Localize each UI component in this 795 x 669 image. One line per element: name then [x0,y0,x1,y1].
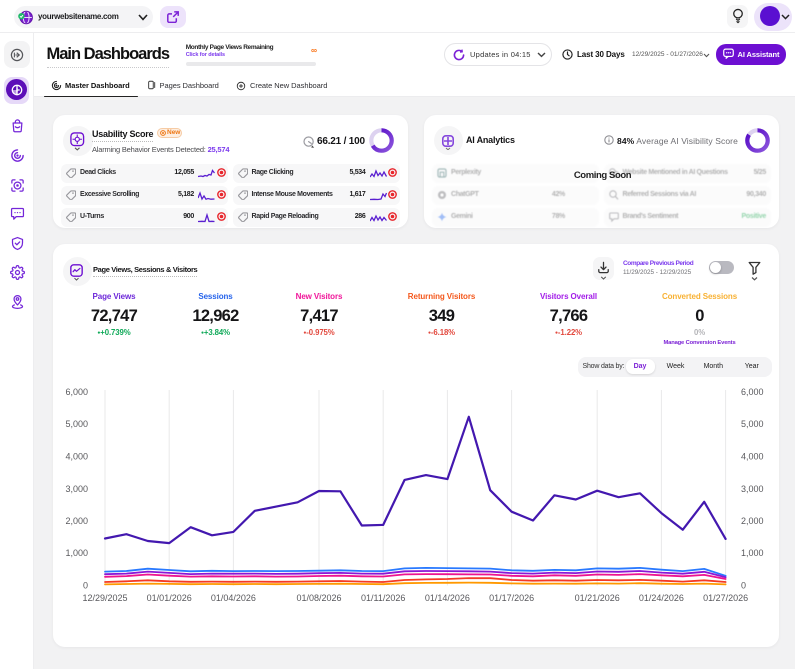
svg-text:6,000: 6,000 [65,387,88,397]
svg-text:5,000: 5,000 [65,419,88,429]
svg-text:0: 0 [83,581,88,591]
svg-text:01/27/2026: 01/27/2026 [703,593,748,603]
svg-text:01/01/2026: 01/01/2026 [147,593,192,603]
svg-text:6,000: 6,000 [741,387,764,397]
svg-text:5,000: 5,000 [741,419,764,429]
svg-text:01/21/2026: 01/21/2026 [575,593,620,603]
svg-text:3,000: 3,000 [741,484,764,494]
svg-text:4,000: 4,000 [65,452,88,462]
svg-text:2,000: 2,000 [65,516,88,526]
svg-text:12/29/2025: 12/29/2025 [82,593,127,603]
svg-text:01/14/2026: 01/14/2026 [425,593,470,603]
svg-text:1,000: 1,000 [741,548,764,558]
svg-text:01/11/2026: 01/11/2026 [361,593,405,603]
svg-text:3,000: 3,000 [65,484,88,494]
svg-text:01/08/2026: 01/08/2026 [296,593,341,603]
svg-text:2,000: 2,000 [741,516,764,526]
svg-text:01/17/2026: 01/17/2026 [489,593,534,603]
svg-text:1,000: 1,000 [65,548,88,558]
svg-text:01/24/2026: 01/24/2026 [639,593,684,603]
svg-text:0: 0 [741,581,746,591]
svg-text:01/04/2026: 01/04/2026 [211,593,256,603]
svg-text:4,000: 4,000 [741,452,764,462]
